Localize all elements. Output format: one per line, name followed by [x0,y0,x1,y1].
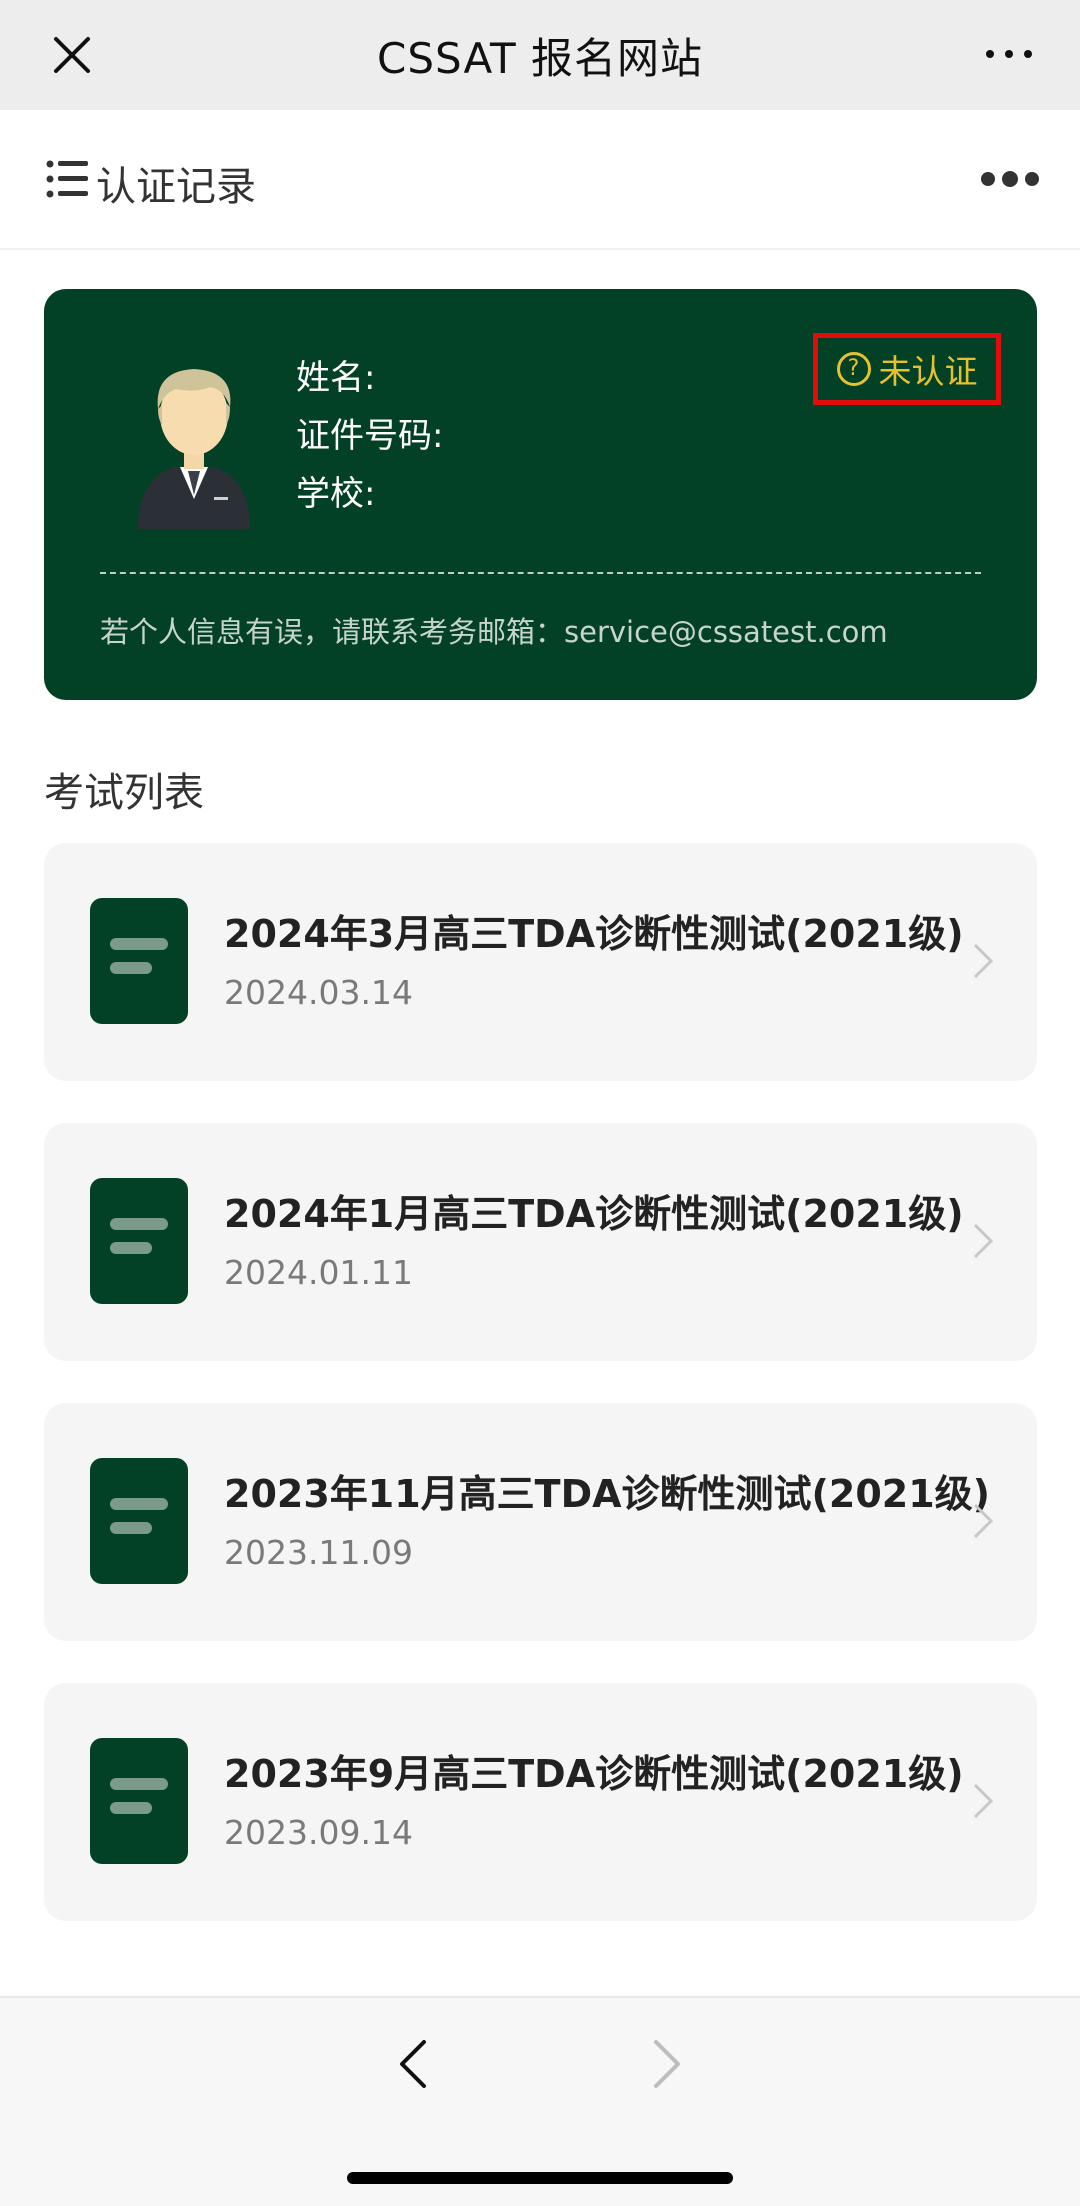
records-label[interactable]: 认证记录 [96,154,256,212]
exam-date: 2023.11.09 [224,1533,413,1572]
exam-date: 2024.03.14 [224,973,413,1012]
status-badge[interactable]: ? 未认证 [813,333,1001,405]
exam-item[interactable]: 2023年9月高三TDA诊断性测试(2021级) 2023.09.14 [44,1683,1037,1921]
exam-item[interactable]: 2024年3月高三TDA诊断性测试(2021级) 2024.03.14 [44,843,1037,1081]
exam-name: 2024年1月高三TDA诊断性测试(2021级) [224,1192,964,1236]
page-title: CSSAT 报名网站 [377,33,703,83]
home-indicator [347,2172,733,2184]
exam-item[interactable]: 2024年1月高三TDA诊断性测试(2021级) 2024.01.11 [44,1123,1037,1361]
profile-card: 姓名: 证件号码: 学校: ? 未认证 若个人信息有误，请联系考务邮箱：serv… [44,289,1037,700]
question-circle-icon: ? [836,352,871,386]
document-icon [90,1738,188,1864]
document-icon [90,1178,188,1304]
exam-date: 2024.01.11 [224,1253,413,1292]
chevron-right-icon[interactable] [652,2038,682,2090]
avatar [138,369,250,529]
exam-item[interactable]: 2023年11月高三TDA诊断性测试(2021级) 2023.11.09 [44,1403,1037,1641]
contact-note: 若个人信息有误，请联系考务邮箱：service@cssatest.com [100,615,888,649]
more-dots-icon[interactable] [980,168,1040,190]
chevron-right-icon [973,943,994,979]
chevron-right-icon [973,1503,994,1539]
exam-name: 2023年9月高三TDA诊断性测试(2021级) [224,1752,964,1796]
top-nav-bar: CSSAT 报名网站 [0,0,1080,110]
sub-header: 认证记录 [0,110,1080,250]
chevron-left-icon[interactable] [398,2038,428,2090]
exam-list-title: 考试列表 [44,770,204,816]
name-label: 姓名: [296,358,376,398]
close-icon[interactable] [50,33,94,77]
dashed-divider [100,572,981,574]
chevron-right-icon [973,1223,994,1259]
status-text: 未认证 [878,352,978,391]
document-icon [90,1458,188,1584]
chevron-right-icon [973,1783,994,1819]
more-horizontal-icon[interactable] [984,36,1034,72]
exam-date: 2023.09.14 [224,1813,413,1852]
exam-list: 2024年3月高三TDA诊断性测试(2021级) 2024.03.14 2024… [44,843,1037,1963]
list-icon[interactable] [46,158,90,200]
id-number-label: 证件号码: [296,416,444,456]
document-icon [90,898,188,1024]
exam-name: 2023年11月高三TDA诊断性测试(2021级) [224,1472,991,1516]
exam-name: 2024年3月高三TDA诊断性测试(2021级) [224,912,964,956]
school-label: 学校: [296,474,376,514]
